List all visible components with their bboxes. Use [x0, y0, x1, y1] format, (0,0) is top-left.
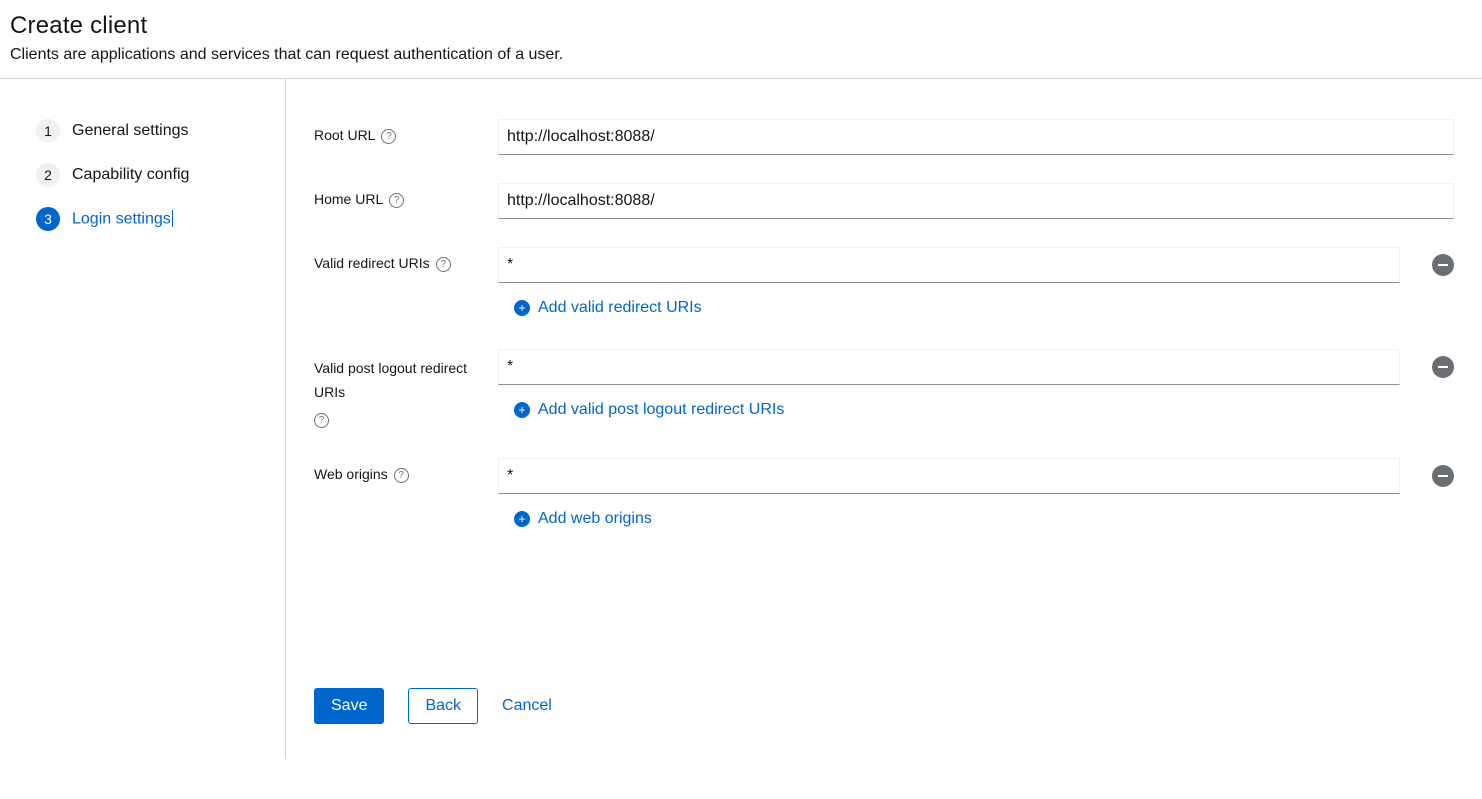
add-post-logout-redirect-uri-button[interactable]: + Add valid post logout redirect URIs — [498, 401, 1454, 419]
step-number-badge: 1 — [36, 119, 60, 143]
label-redirect-uris: Valid redirect URIs ? — [314, 247, 498, 271]
redirect-uri-input[interactable] — [498, 247, 1400, 283]
label-root-url: Root URL ? — [314, 119, 498, 143]
wizard-step-capability-config[interactable]: 2 Capability config — [36, 163, 285, 187]
step-number-badge: 3 — [36, 207, 60, 231]
form-row-web-origins: Web origins ? + Add web origins — [314, 458, 1454, 528]
save-button[interactable]: Save — [314, 688, 384, 724]
form-row-home-url: Home URL ? — [314, 183, 1454, 219]
remove-post-logout-redirect-uri-button[interactable] — [1432, 356, 1454, 378]
page-header: Create client Clients are applications a… — [0, 0, 1482, 78]
label-web-origins: Web origins ? — [314, 458, 498, 482]
minus-icon — [1438, 264, 1448, 266]
step-number-badge: 2 — [36, 163, 60, 187]
form-row-root-url: Root URL ? — [314, 119, 1454, 155]
cancel-button[interactable]: Cancel — [502, 688, 552, 724]
help-icon[interactable]: ? — [381, 129, 396, 144]
back-button[interactable]: Back — [408, 688, 478, 724]
form-row-post-logout-redirect-uris: Valid post logout redirect URIs ? + Add … — [314, 349, 1454, 426]
help-icon[interactable]: ? — [436, 257, 451, 272]
remove-redirect-uri-button[interactable] — [1432, 254, 1454, 276]
plus-circle-icon: + — [514, 511, 530, 527]
label-home-url: Home URL ? — [314, 183, 498, 207]
help-icon[interactable]: ? — [389, 193, 404, 208]
help-icon[interactable]: ? — [394, 468, 409, 483]
form-row-redirect-uris: Valid redirect URIs ? + Add valid redire… — [314, 247, 1454, 317]
page-title: Create client — [10, 12, 1472, 40]
label-post-logout-redirect-uris: Valid post logout redirect URIs ? — [314, 349, 498, 426]
minus-icon — [1438, 475, 1448, 477]
step-label: Capability config — [72, 166, 189, 184]
help-icon[interactable]: ? — [314, 413, 329, 428]
wizard-step-login-settings[interactable]: 3 Login settings — [36, 207, 285, 231]
plus-circle-icon: + — [514, 300, 530, 316]
page-subtitle: Clients are applications and services th… — [10, 46, 1472, 64]
plus-circle-icon: + — [514, 402, 530, 418]
add-redirect-uri-button[interactable]: + Add valid redirect URIs — [498, 299, 1454, 317]
post-logout-redirect-uri-input[interactable] — [498, 349, 1400, 385]
step-label: Login settings — [72, 210, 173, 229]
root-url-input[interactable] — [498, 119, 1454, 155]
wizard-step-general-settings[interactable]: 1 General settings — [36, 119, 285, 143]
home-url-input[interactable] — [498, 183, 1454, 219]
step-label: General settings — [72, 122, 189, 140]
remove-web-origin-button[interactable] — [1432, 465, 1454, 487]
web-origin-input[interactable] — [498, 458, 1400, 494]
wizard-content: Root URL ? Home URL ? Valid redirect URI… — [286, 79, 1482, 759]
wizard-steps: 1 General settings 2 Capability config 3… — [0, 79, 286, 759]
minus-icon — [1438, 366, 1448, 368]
wizard-actions: Save Back Cancel — [314, 688, 1454, 724]
add-web-origin-button[interactable]: + Add web origins — [498, 510, 1454, 528]
